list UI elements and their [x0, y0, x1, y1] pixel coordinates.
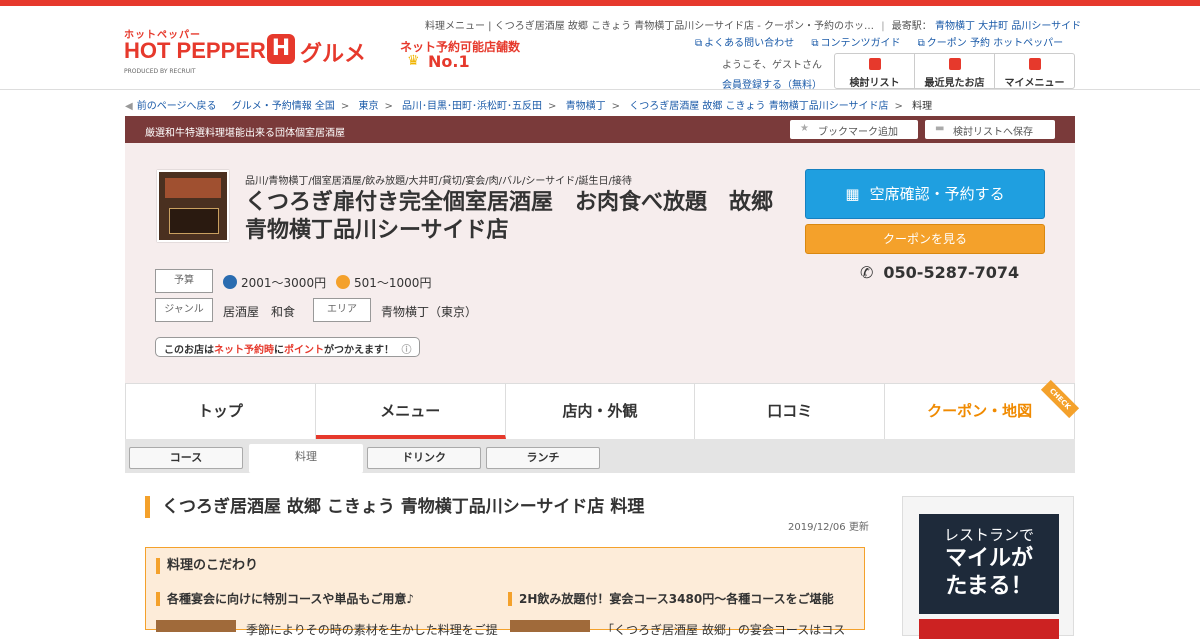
page-title: くつろぎ居酒屋 故郷 こきょう 青物横丁品川シーサイド店 料理 — [145, 496, 644, 518]
station-link-aomono[interactable]: 青物横丁 — [935, 21, 975, 32]
shop-tags: 品川/青物横丁/個室居酒屋/飲み放題/大井町/貸切/宴会/肉/バル/シーサイド/… — [245, 176, 632, 187]
station-link-oimachi[interactable]: 大井町 — [978, 21, 1008, 32]
check-badge: CHECK — [1040, 379, 1080, 419]
bookmark-icon — [948, 58, 961, 70]
genre-label: ジャンル — [155, 298, 213, 322]
reserve-button[interactable]: ▦ 空席確認・予約する — [805, 169, 1045, 219]
ad-line: マイルが — [944, 546, 1033, 571]
calendar-icon: ▦ — [845, 185, 860, 203]
logo-produced-by: PRODUCED BY RECRUIT — [124, 68, 196, 75]
person-icon — [1028, 58, 1041, 70]
food-commitment-box: 料理のこだわり 各種宴会に向けに特別コースや単品もご用意♪ 2H飲み放題付！宴会… — [145, 547, 865, 637]
shop-info-panel: 品川/青物横丁/個室居酒屋/飲み放題/大井町/貸切/宴会/肉/バル/シーサイド/… — [125, 143, 1075, 383]
budget-dinner: 2001～3000円 — [223, 274, 326, 291]
content-guide-link[interactable]: ⧉ コンテンツガイド — [811, 38, 900, 49]
tab-reviews[interactable]: 口コミ — [695, 384, 886, 439]
star-icon: ★ — [800, 123, 809, 134]
subtab-lunch[interactable]: ランチ — [486, 447, 600, 469]
page-title-crumb: 料理メニュー | くつろぎ居酒屋 故郷 こきょう 青物横丁品川シーサイド店 - … — [425, 21, 875, 32]
genre-value: 居酒屋 和食 — [223, 305, 296, 319]
budget-label: 予算 — [155, 269, 213, 293]
point-notice[interactable]: このお店はネット予約時にポイントがつかえます！ ⓘ — [155, 337, 421, 357]
link-icon: ⧉ — [695, 38, 703, 49]
shop-tabs: トップ メニュー 店内・外観 口コミ クーポン・地図 CHECK — [125, 379, 1080, 439]
hotpepper-logo[interactable]: ホットペッパー HOT PEPPER PRODUCED BY RECRUIT H… — [124, 26, 404, 82]
logo-main-text: HOT PEPPER — [124, 38, 266, 63]
station-link-seaside[interactable]: 品川シーサイド — [1011, 21, 1081, 32]
moon-icon — [223, 275, 237, 289]
sidebar: レストランで マイルが たまる！ — [902, 496, 1074, 639]
breadcrumb-item[interactable]: グルメ・予約情報 全国 — [232, 101, 335, 112]
recent-shops-button[interactable]: 最近見たお店 — [915, 54, 995, 89]
breadcrumb-item[interactable]: くつろぎ居酒屋 故郷 こきょう 青物横丁品川シーサイド店 — [629, 101, 888, 112]
subtab-drink[interactable]: ドリンク — [367, 447, 481, 469]
area-label: エリア — [313, 298, 371, 322]
logo-gurume-text: グルメ — [300, 42, 367, 67]
coupon-link[interactable]: ⧉ クーポン 予約 ホットペッパー — [918, 38, 1064, 49]
tab-menu[interactable]: メニュー — [315, 384, 506, 439]
header-links: ⧉ よくある問い合わせ ⧉ コンテンツガイド ⧉ クーポン 予約 ホットペッパー — [695, 34, 1077, 49]
bookmark-button[interactable]: ★ ブックマーク追加 — [790, 120, 918, 139]
link-icon: ⧉ — [811, 38, 819, 49]
my-menu-button[interactable]: マイメニュー — [995, 54, 1074, 89]
link-icon: ⧉ — [917, 38, 925, 49]
commitment-subtitle: 各種宴会に向けに特別コースや単品もご用意♪ — [156, 592, 414, 606]
food-photo[interactable] — [510, 620, 590, 632]
help-icon[interactable]: ⓘ — [401, 345, 411, 356]
tab-interior[interactable]: 店内・外観 — [505, 384, 696, 439]
crown-icon: ♛ — [407, 53, 420, 69]
breadcrumb-item[interactable]: 東京 — [358, 101, 378, 112]
ad-banner-secondary[interactable] — [919, 619, 1059, 639]
area-value: 青物横丁（東京） — [381, 305, 478, 319]
food-photo[interactable] — [156, 620, 236, 632]
sun-icon — [336, 275, 350, 289]
ad-line: たまる！ — [945, 574, 1033, 599]
breadcrumb-item[interactable]: 品川･目黒･田町･浜松町･五反田 — [402, 101, 542, 112]
coupon-button[interactable]: クーポンを見る — [805, 224, 1045, 254]
breadcrumb-item[interactable]: 青物横丁 — [566, 101, 606, 112]
subtab-course[interactable]: コース — [129, 447, 243, 469]
tab-top[interactable]: トップ — [126, 384, 316, 439]
consider-list-button[interactable]: 検討リスト — [835, 54, 915, 89]
shop-catch-bar: 厳選和牛特選料理堪能出来る団体個室居酒屋 ★ ブックマーク追加 ▬ 検討リストへ保存 — [125, 116, 1075, 143]
tab-coupon-map[interactable]: クーポン・地図 CHECK — [885, 379, 1080, 439]
ad-line: レストランで — [943, 526, 1034, 544]
commitment-subtitle: 2H飲み放題付！宴会コース3480円～各種コースをご堪能 — [508, 592, 834, 606]
back-arrow-icon: ◀ — [125, 101, 133, 112]
bus-icon — [868, 58, 881, 70]
breadcrumb: ◀ 前のページへ戻る グルメ・予約情報 全国 > 東京 > 品川･目黒･田町･浜松町･… — [125, 101, 933, 112]
budget-lunch: 501～1000円 — [336, 274, 431, 291]
phone-number: ✆ 050-5287-7074 — [860, 263, 1020, 282]
phone-icon: ✆ — [860, 263, 874, 282]
register-link[interactable]: 会員登録する（無料） — [722, 76, 822, 91]
header-buttons: 検討リスト 最近見たお店 マイメニュー — [834, 53, 1075, 89]
faq-link[interactable]: ⧉ よくある問い合わせ — [695, 38, 794, 49]
welcome-text: ようこそ、ゲストさん — [722, 60, 822, 71]
mile-ad-banner[interactable]: レストランで マイルが たまる！ — [919, 514, 1059, 614]
header-page-title: 料理メニュー | くつろぎ居酒屋 故郷 こきょう 青物横丁品川シーサイド店 - … — [425, 21, 1082, 32]
logo-h-mark: H — [267, 34, 295, 64]
reservation-badge-no1: No.1 — [428, 52, 470, 71]
back-link[interactable]: 前のページへ戻る — [137, 101, 217, 112]
shop-thumbnail[interactable] — [157, 170, 229, 242]
site-header: ホットペッパー HOT PEPPER PRODUCED BY RECRUIT H… — [0, 6, 1200, 91]
commitment-title: 料理のこだわり — [156, 558, 258, 574]
shop-catch-text: 厳選和牛特選料理堪能出来る団体個室居酒屋 — [145, 128, 345, 139]
updated-date: 2019/12/06 更新 — [788, 522, 869, 533]
station-label: 最寄駅： — [891, 21, 932, 32]
subtab-food[interactable]: 料理 — [249, 444, 363, 473]
menu-subtabs: コース 料理 ドリンク ランチ — [125, 439, 1075, 473]
bus-icon: ▬ — [935, 123, 945, 134]
breadcrumb-current: 料理 — [912, 101, 933, 112]
save-list-button[interactable]: ▬ 検討リストへ保存 — [925, 120, 1055, 139]
shop-name: くつろぎ扉付き完全個室居酒屋 お肉食べ放題 故郷 青物横丁品川シーサイド店 — [245, 190, 796, 243]
